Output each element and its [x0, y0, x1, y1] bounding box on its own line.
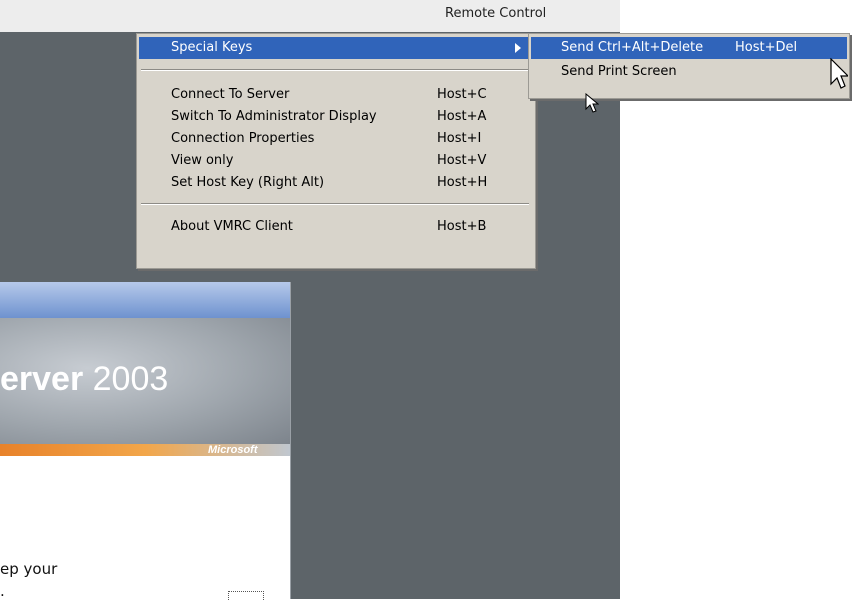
- menu-item-label: Set Host Key (Right Alt): [171, 175, 325, 190]
- menu-item-shortcut: Host+I: [437, 131, 482, 146]
- vm-window-top-strip: Remote Control: [0, 0, 620, 32]
- microsoft-logo-text: Microsoft: [208, 444, 258, 456]
- windows-server-splash: [0, 282, 291, 599]
- menu-separator: [141, 69, 529, 71]
- special-keys-submenu: Send Ctrl+Alt+Delete Host+Del Send Print…: [528, 33, 850, 99]
- splash-title-bold: erver: [0, 360, 84, 398]
- menu-item-shortcut: Host+H: [437, 175, 488, 190]
- menu-item-connection-properties[interactable]: Connection Properties Host+I: [139, 128, 533, 150]
- submenu-item-label: Send Ctrl+Alt+Delete: [561, 40, 704, 55]
- menu-item-shortcut: Host+C: [437, 87, 487, 102]
- menu-item-label: View only: [171, 153, 234, 168]
- menu-item-label: Connection Properties: [171, 131, 315, 146]
- mouse-pointer-icon: [830, 58, 848, 89]
- menu-separator: [141, 203, 529, 205]
- submenu-item-send-print-screen[interactable]: Send Print Screen: [531, 61, 847, 83]
- vmrc-context-menu: Special Keys Connect To Server Host+C Sw…: [136, 33, 536, 269]
- window-title-text: Remote Control: [445, 6, 547, 21]
- submenu-arrow-icon: [515, 43, 521, 53]
- menu-item-shortcut: Host+B: [437, 219, 487, 234]
- splash-title-year: 2003: [83, 360, 169, 398]
- menu-item-about-vmrc[interactable]: About VMRC Client Host+B: [139, 216, 533, 238]
- menu-item-label: Switch To Administrator Display: [171, 109, 377, 124]
- menu-item-special-keys[interactable]: Special Keys: [139, 37, 533, 59]
- splash-body-text-2: .: [0, 582, 5, 600]
- menu-item-view-only[interactable]: View only Host+V: [139, 150, 533, 172]
- submenu-item-send-ctrl-alt-delete[interactable]: Send Ctrl+Alt+Delete Host+Del: [531, 37, 847, 59]
- splash-top-band: [0, 282, 290, 318]
- menu-item-label: About VMRC Client: [171, 219, 293, 234]
- submenu-item-label: Send Print Screen: [561, 64, 677, 79]
- ghost-pointer-icon: [585, 93, 599, 113]
- menu-item-shortcut: Host+V: [437, 153, 487, 168]
- menu-item-label: Special Keys: [171, 40, 253, 55]
- menu-item-connect-to-server[interactable]: Connect To Server Host+C: [139, 84, 533, 106]
- menu-item-shortcut: Host+A: [437, 109, 487, 124]
- submenu-item-shortcut: Host+Del: [735, 40, 798, 55]
- splash-product-title: erver 2003: [0, 360, 168, 399]
- menu-item-switch-admin-display[interactable]: Switch To Administrator Display Host+A: [139, 106, 533, 128]
- splash-body-text: ep your: [0, 560, 58, 578]
- menu-item-label: Connect To Server: [171, 87, 290, 102]
- menu-item-set-host-key[interactable]: Set Host Key (Right Alt) Host+H: [139, 172, 533, 194]
